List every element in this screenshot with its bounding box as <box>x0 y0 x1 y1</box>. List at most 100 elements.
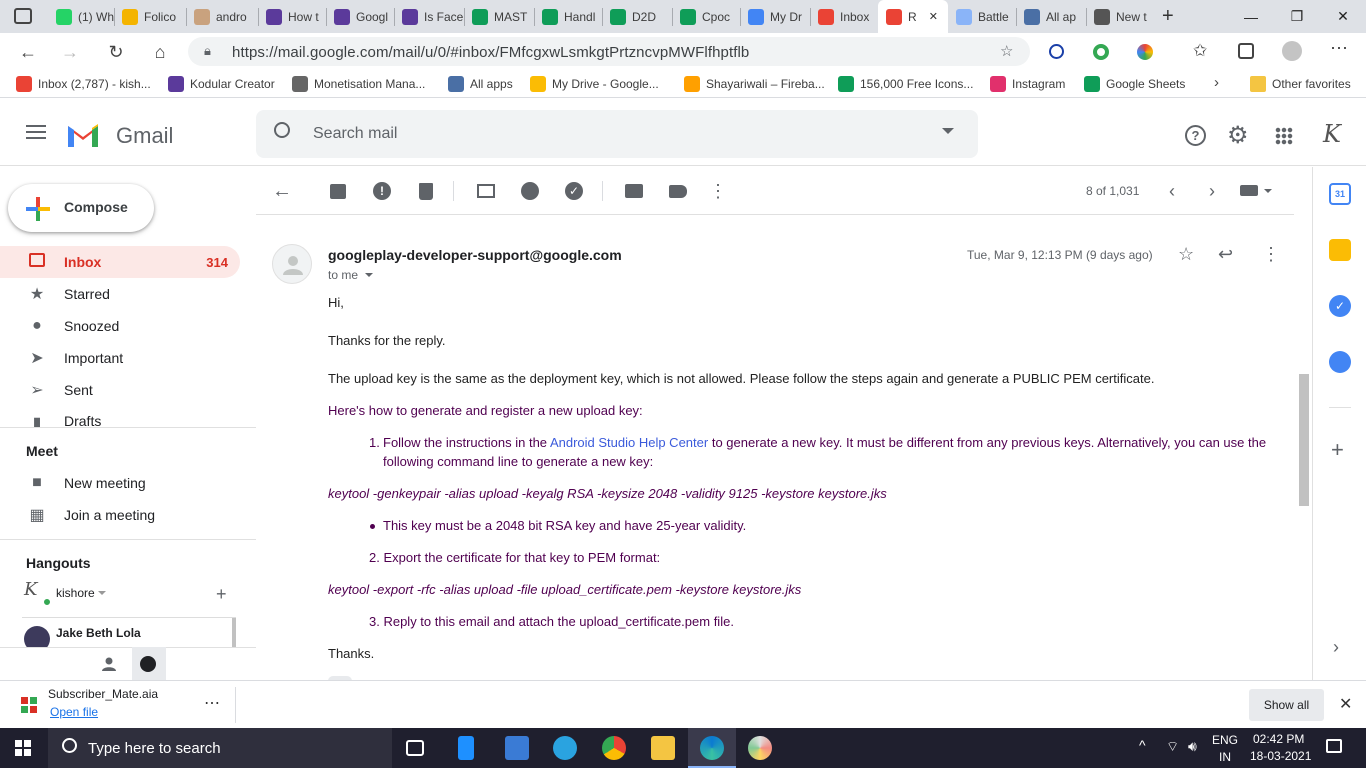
archive-icon[interactable] <box>326 179 350 203</box>
tab-actions-icon[interactable] <box>14 8 32 24</box>
block-extension-icon[interactable] <box>1049 44 1064 59</box>
favorites-icon[interactable]: ✩ <box>1193 41 1207 61</box>
search-options-icon[interactable] <box>942 128 954 134</box>
more-bookmarks-chevron-icon[interactable]: › <box>1214 74 1219 91</box>
telegram-icon[interactable] <box>553 736 577 760</box>
show-all-button[interactable]: Show all <box>1249 689 1324 721</box>
report-spam-icon[interactable]: ! <box>370 179 394 203</box>
notification-center-icon[interactable] <box>1326 739 1342 753</box>
tray-expand-icon[interactable]: ^ <box>1139 737 1146 753</box>
more-actions-icon[interactable]: ⋮ <box>706 179 730 203</box>
email-more-options-icon[interactable]: ⋮ <box>1262 244 1280 265</box>
language-bottom[interactable]: IN <box>1219 750 1231 764</box>
browser-tab[interactable]: All ap <box>1016 0 1086 33</box>
snooze-icon[interactable] <box>518 179 542 203</box>
forward-arrow-icon[interactable]: → <box>56 38 84 66</box>
bookmark-item[interactable]: My Drive - Google... <box>530 76 659 92</box>
bookmark-item[interactable]: Instagram <box>990 76 1065 92</box>
new-tab-button[interactable]: + <box>1162 5 1174 28</box>
nav-sent[interactable]: ➢ Sent <box>0 374 240 406</box>
back-arrow-icon[interactable]: ← <box>14 38 42 66</box>
join-meeting-item[interactable]: ▦ Join a meeting <box>0 499 240 531</box>
task-view-icon[interactable] <box>406 740 424 756</box>
hangouts-contact-row[interactable]: Jake Beth Lola <box>22 617 236 647</box>
browser-tab[interactable]: How t <box>258 0 326 33</box>
nav-starred[interactable]: ★ Starred <box>0 278 240 310</box>
reload-icon[interactable]: ↻ <box>102 38 130 66</box>
bookmark-item[interactable]: Shayariwali – Fireba... <box>684 76 825 92</box>
calendar-icon[interactable]: 31 <box>1329 183 1351 205</box>
browser-tab[interactable]: Cpoc <box>672 0 740 33</box>
browser-tab[interactable]: New t <box>1086 0 1154 33</box>
browser-tab[interactable]: Googl <box>326 0 394 33</box>
language-top[interactable]: ENG <box>1212 733 1238 747</box>
browser-tab[interactable]: My Dr <box>740 0 810 33</box>
close-tab-icon[interactable]: ✕ <box>929 10 938 23</box>
add-favorite-icon[interactable]: ☆ <box>1000 42 1013 60</box>
volume-icon[interactable]: 🔊︎ <box>1188 738 1197 755</box>
close-window-button[interactable]: ✕ <box>1320 0 1366 33</box>
profile-avatar[interactable] <box>1282 41 1302 61</box>
browser-tab[interactable]: (1) Wh <box>48 0 114 33</box>
tasks-icon[interactable]: ✓ <box>1329 295 1351 317</box>
settings-gear-icon[interactable]: ⚙ <box>1227 121 1249 150</box>
nav-drafts[interactable]: ▮ Drafts <box>0 406 240 428</box>
green-extension-icon[interactable] <box>1093 44 1109 60</box>
browser-tab[interactable]: Inbox <box>810 0 878 33</box>
gmail-logo-icon[interactable] <box>66 122 100 147</box>
message-scrollbar[interactable] <box>1299 374 1309 506</box>
file-explorer-icon[interactable] <box>651 736 675 760</box>
paint-icon[interactable] <box>748 736 772 760</box>
hangouts-status-dropdown-icon[interactable] <box>98 591 106 595</box>
hangouts-chat-icon[interactable] <box>132 647 166 680</box>
recipient-details-dropdown-icon[interactable] <box>365 273 373 277</box>
mark-as-unread-icon[interactable] <box>474 179 498 203</box>
move-to-icon[interactable] <box>622 179 646 203</box>
bookmark-item[interactable]: Google Sheets <box>1084 76 1185 92</box>
reply-icon[interactable]: ↩ <box>1218 244 1233 265</box>
search-input[interactable]: Search mail <box>313 125 397 143</box>
other-favorites-folder[interactable]: Other favorites <box>1250 76 1351 92</box>
new-conversation-plus-icon[interactable]: + <box>216 584 227 605</box>
android-studio-help-link[interactable]: Android Studio Help Center <box>550 435 708 450</box>
taskbar-search-input[interactable]: Type here to search <box>88 740 221 757</box>
browser-tab[interactable]: Battle <box>948 0 1016 33</box>
older-chevron-icon[interactable]: › <box>1200 179 1224 203</box>
browser-menu-icon[interactable]: ⋯ <box>1330 38 1348 59</box>
restore-button[interactable]: ❐ <box>1274 0 1320 33</box>
browser-tab[interactable]: D2D <box>602 0 672 33</box>
nav-inbox[interactable]: Inbox 314 <box>0 246 240 278</box>
bookmark-item[interactable]: All apps <box>448 76 513 92</box>
label-icon[interactable] <box>666 179 690 203</box>
nav-snoozed[interactable]: ● Snoozed <box>0 310 240 342</box>
taskbar-search-box[interactable]: Type here to search <box>48 728 392 768</box>
contacts-person-icon[interactable] <box>102 657 116 671</box>
contact-scrollbar[interactable] <box>232 618 236 647</box>
new-meeting-item[interactable]: ■ New meeting <box>0 467 240 499</box>
minimize-button[interactable]: — <box>1228 0 1274 33</box>
add-to-tasks-icon[interactable]: ✓ <box>562 179 586 203</box>
nav-important[interactable]: ➤ Important <box>0 342 240 374</box>
browser-tab[interactable]: R ✕ <box>878 0 948 33</box>
contacts-icon[interactable] <box>1329 351 1351 373</box>
google-apps-icon[interactable] <box>1275 127 1293 145</box>
network-icon[interactable]: ⌔ <box>1166 738 1179 756</box>
search-icon[interactable] <box>274 122 290 138</box>
download-more-icon[interactable]: ⋯ <box>204 693 220 713</box>
bookmark-item[interactable]: 156,000 Free Icons... <box>838 76 973 92</box>
browser-tab[interactable]: andro <box>186 0 258 33</box>
account-avatar[interactable]: K <box>1316 118 1348 150</box>
get-addons-plus-icon[interactable]: + <box>1331 437 1344 463</box>
bookmark-item[interactable]: Kodular Creator <box>168 76 275 92</box>
main-menu-icon[interactable] <box>26 125 46 139</box>
help-icon[interactable]: ? <box>1185 125 1206 146</box>
hangouts-user-avatar[interactable]: K <box>24 579 52 607</box>
chrome-icon[interactable] <box>602 736 626 760</box>
clock-date[interactable]: 18-03-2021 <box>1250 749 1311 763</box>
star-email-icon[interactable]: ☆ <box>1178 244 1194 265</box>
file-app-icon[interactable] <box>458 736 474 760</box>
download-file-name[interactable]: Subscriber_Mate.aia <box>48 687 158 701</box>
compose-button[interactable]: Compose <box>8 184 154 232</box>
colorful-extension-icon[interactable] <box>1137 44 1153 60</box>
input-tools-dropdown-icon[interactable] <box>1264 189 1272 193</box>
